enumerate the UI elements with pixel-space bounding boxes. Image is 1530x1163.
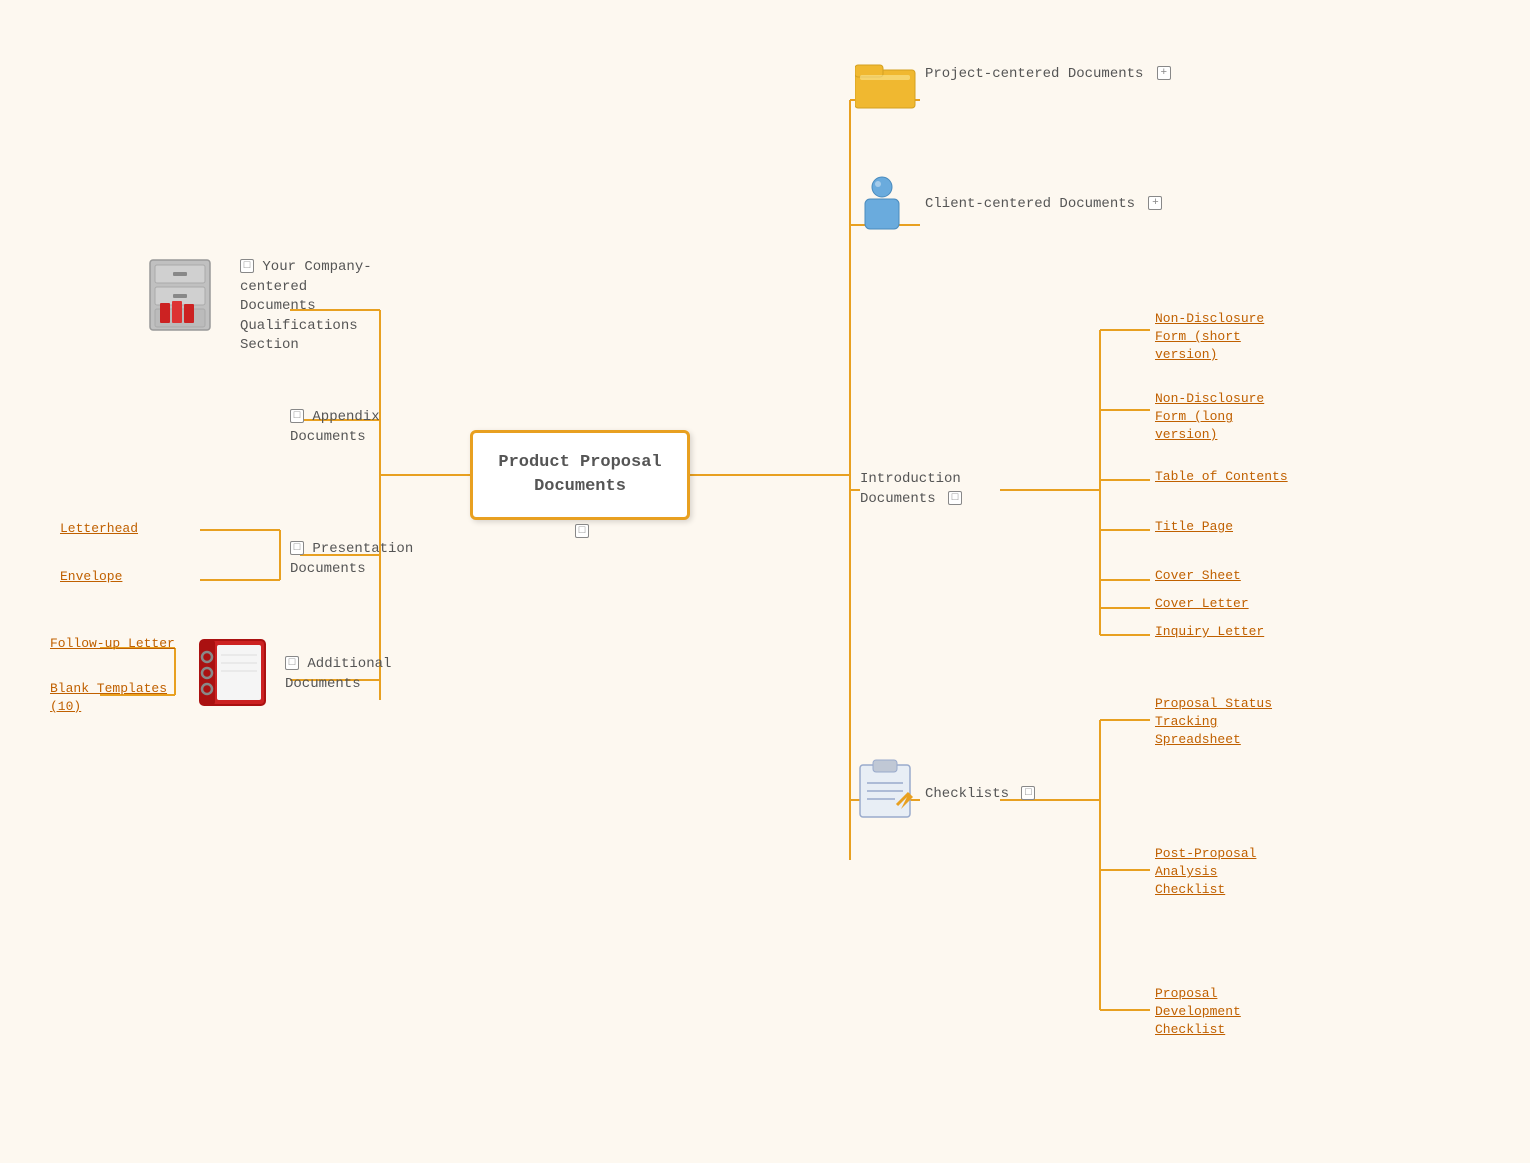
post-proposal-analysis-label[interactable]: Post-ProposalAnalysisChecklist — [1155, 845, 1256, 900]
your-company-expand[interactable]: □ — [240, 259, 254, 273]
checklists-expand[interactable]: □ — [1021, 786, 1035, 800]
filing-cabinet-icon — [145, 255, 225, 340]
checklists-label: Checklists □ — [925, 785, 1035, 805]
central-expand-icon[interactable]: □ — [575, 524, 589, 538]
central-node: Product Proposal Documents — [470, 430, 690, 520]
cover-sheet-label[interactable]: Cover Sheet — [1155, 567, 1241, 585]
project-centered-icon — [855, 55, 920, 115]
client-centered-label: Client-centered Documents + — [925, 195, 1162, 215]
checklists-icon — [855, 755, 915, 825]
presentation-expand[interactable]: □ — [290, 541, 304, 555]
cover-letter-label[interactable]: Cover Letter — [1155, 595, 1249, 613]
nda-long-label[interactable]: Non-DisclosureForm (longversion) — [1155, 390, 1264, 445]
proposal-status-tracking-label[interactable]: Proposal StatusTrackingSpreadsheet — [1155, 695, 1272, 750]
additional-documents-label: □ AdditionalDocuments — [285, 655, 391, 694]
binder-icon — [195, 635, 270, 715]
blank-templates-label[interactable]: Blank Templates(10) — [50, 680, 167, 716]
project-centered-expand[interactable]: + — [1157, 66, 1171, 80]
letterhead-label[interactable]: Letterhead — [60, 520, 138, 538]
your-company-label: □ Your Company-centeredDocumentsQualific… — [240, 258, 372, 356]
project-centered-label: Project-centered Documents + — [925, 65, 1171, 85]
client-centered-icon — [855, 175, 910, 245]
inquiry-letter-label[interactable]: Inquiry Letter — [1155, 623, 1264, 641]
follow-up-letter-label[interactable]: Follow-up Letter — [50, 635, 175, 653]
appendix-expand[interactable]: □ — [290, 409, 304, 423]
proposal-development-checklist-label[interactable]: ProposalDevelopmentChecklist — [1155, 985, 1241, 1040]
envelope-label[interactable]: Envelope — [60, 568, 122, 586]
client-centered-expand[interactable]: + — [1148, 196, 1162, 210]
table-of-contents-label[interactable]: Table of Contents — [1155, 468, 1288, 486]
additional-expand[interactable]: □ — [285, 656, 299, 670]
central-node-label: Product Proposal Documents — [473, 451, 687, 499]
title-page-label[interactable]: Title Page — [1155, 518, 1233, 536]
nda-short-label[interactable]: Non-DisclosureForm (shortversion) — [1155, 310, 1264, 365]
appendix-documents-label: □ AppendixDocuments — [290, 408, 380, 447]
introduction-expand[interactable]: □ — [948, 491, 962, 505]
introduction-documents-label: IntroductionDocuments □ — [860, 470, 962, 509]
presentation-documents-label: □ PresentationDocuments — [290, 540, 413, 579]
